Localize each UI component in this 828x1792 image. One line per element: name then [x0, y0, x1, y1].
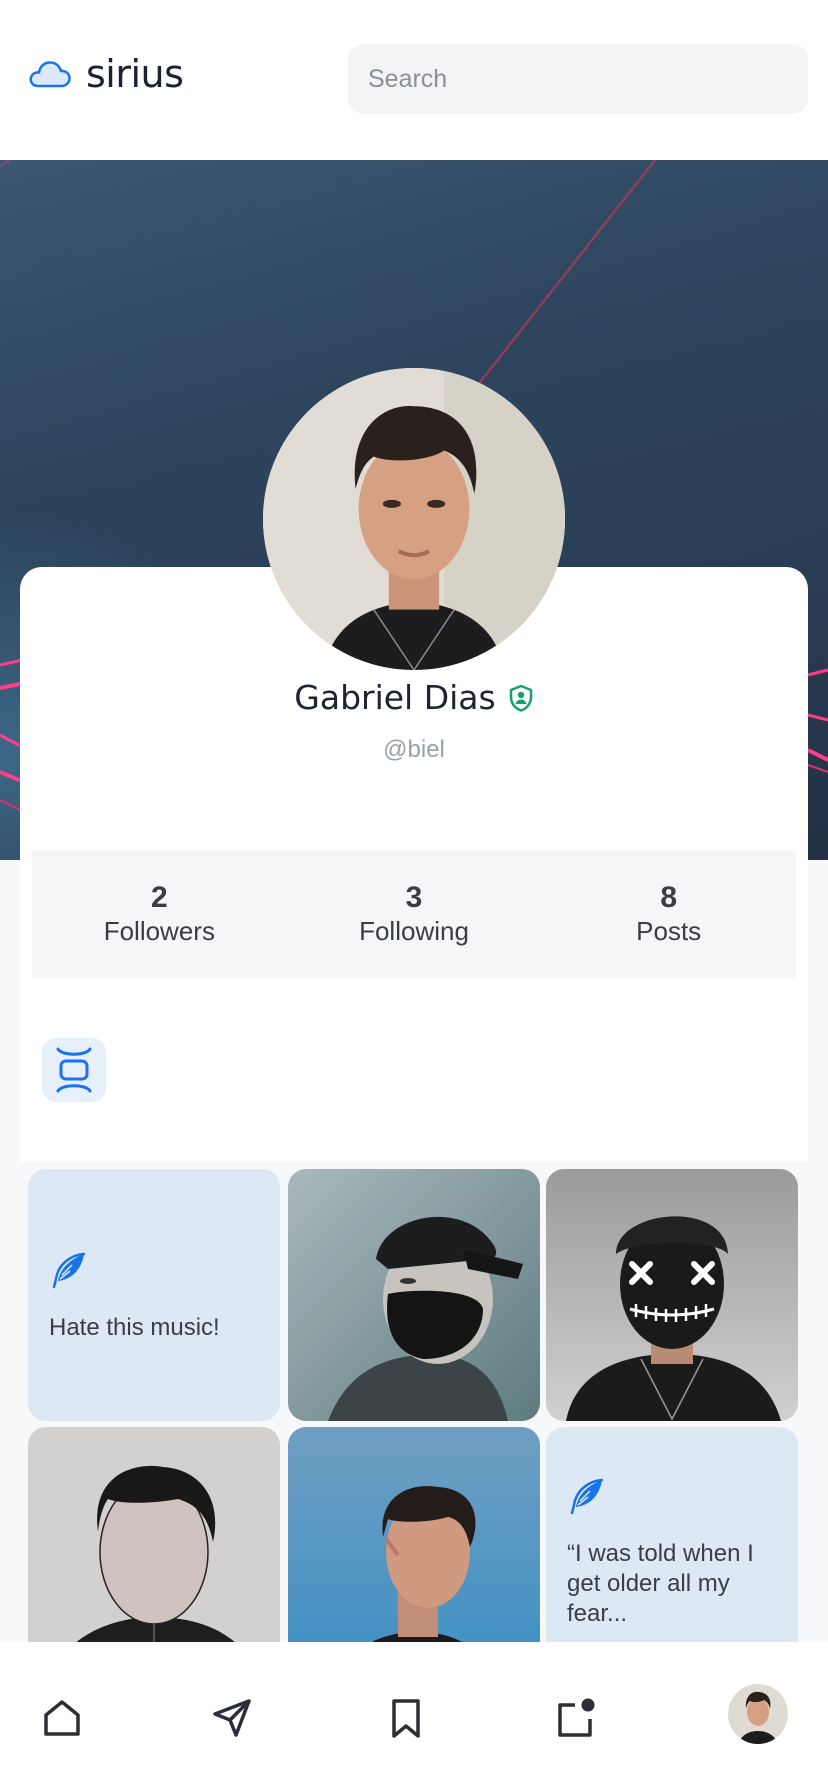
app-name: sirius	[86, 52, 184, 96]
avatar	[728, 1684, 788, 1744]
post-text: Hate this music!	[49, 1314, 220, 1341]
post-text: “I was told when I get older all my fear…	[567, 1540, 754, 1627]
stat-value: 8	[660, 881, 678, 915]
home-icon[interactable]	[41, 1697, 83, 1739]
post-image	[546, 1169, 798, 1421]
profile-name-row: Gabriel Dias	[0, 678, 828, 717]
top-header: sirius	[0, 0, 828, 160]
post-tile-image[interactable]	[546, 1169, 798, 1421]
bookmark-icon[interactable]	[385, 1697, 427, 1739]
stat-following[interactable]: 3 Following	[287, 850, 542, 978]
bottom-nav	[0, 1642, 828, 1792]
post-image	[288, 1169, 540, 1421]
stat-value: 3	[405, 881, 423, 915]
stat-label: Following	[359, 916, 469, 947]
post-tile-image[interactable]	[288, 1169, 540, 1421]
stat-value: 2	[150, 881, 168, 915]
stat-label: Posts	[636, 916, 702, 947]
stat-followers[interactable]: 2 Followers	[32, 850, 287, 978]
profile-stats: 2 Followers 3 Following 8 Posts	[32, 850, 796, 978]
profile-avatar[interactable]	[263, 368, 565, 670]
profile-name: Gabriel Dias	[294, 678, 496, 717]
post-tile-text[interactable]: Hate this music!	[28, 1169, 280, 1421]
profile-handle: @biel	[383, 736, 445, 763]
stat-posts[interactable]: 8 Posts	[541, 850, 796, 978]
stat-label: Followers	[103, 916, 215, 947]
carousel-view-icon	[56, 1047, 92, 1093]
shield-check-icon	[509, 684, 532, 712]
feather-icon	[52, 1252, 86, 1289]
send-icon[interactable]	[211, 1697, 253, 1739]
app-logo[interactable]: sirius	[28, 52, 184, 96]
nav-profile-avatar[interactable]	[728, 1684, 788, 1744]
notification-icon[interactable]	[555, 1697, 597, 1739]
view-toggle-button[interactable]	[42, 1038, 106, 1102]
profile-page: sirius Search Gabriel Dias @biel 2 Follo…	[0, 0, 828, 1792]
cloud-icon	[29, 61, 71, 88]
search-input[interactable]	[348, 44, 808, 114]
feather-icon	[570, 1478, 604, 1515]
